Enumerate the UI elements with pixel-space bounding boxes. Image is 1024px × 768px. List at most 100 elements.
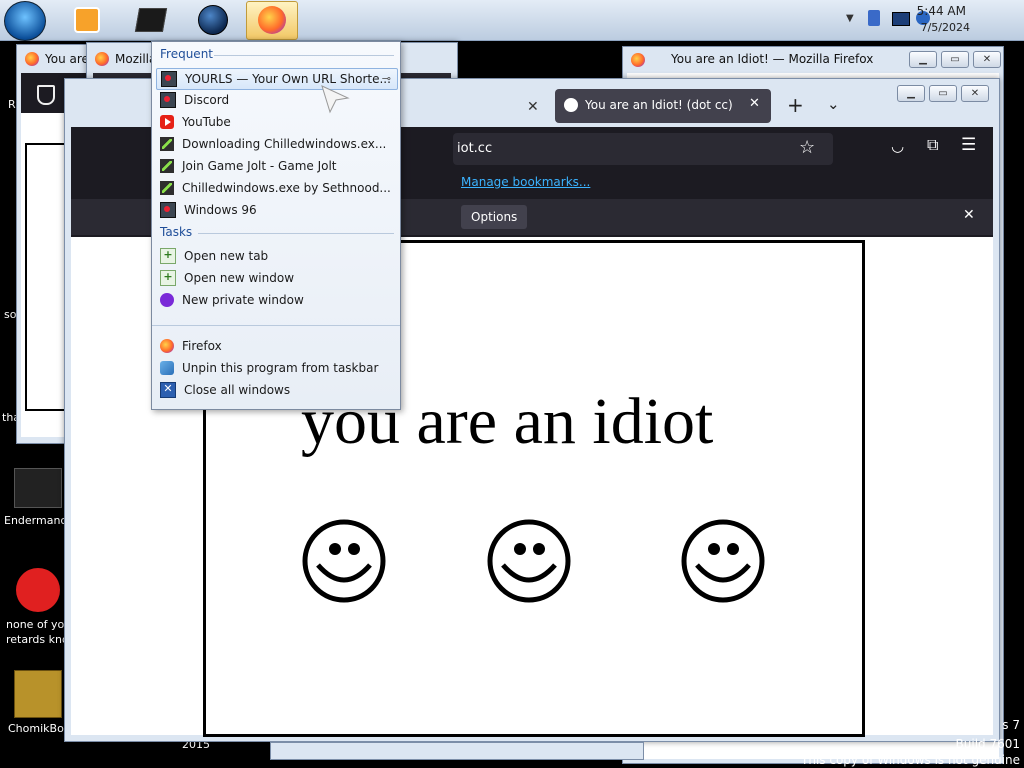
firefox-icon xyxy=(25,52,39,66)
jump-item-label: Open new tab xyxy=(184,249,269,263)
jump-item-label: Unpin this program from taskbar xyxy=(182,361,379,375)
pin-icon[interactable]: ⊸ xyxy=(382,72,391,85)
tab-close-icon[interactable]: ✕ xyxy=(749,96,760,111)
url-text: iot.cc xyxy=(457,141,493,156)
shield-icon[interactable] xyxy=(37,85,55,105)
jump-item-discord[interactable]: Discord xyxy=(156,90,396,110)
close-button[interactable]: ✕ xyxy=(961,85,989,102)
tab-list-chevron-down-icon[interactable]: ⌄ xyxy=(827,95,840,113)
jump-item-label: Open new window xyxy=(184,271,295,285)
window-title: You are an Idiot! — Mozilla Firefox xyxy=(671,52,874,66)
game-app-icon[interactable] xyxy=(132,2,170,38)
chomik-desktop-icon[interactable] xyxy=(14,670,62,718)
jump-task-new-private-window[interactable]: New private window xyxy=(156,290,396,310)
red-app-desktop-icon[interactable] xyxy=(16,568,60,612)
jump-item-label: YouTube xyxy=(182,115,231,129)
maximize-button[interactable]: ▭ xyxy=(941,51,969,68)
watermark-line-3: This copy of Windows is not genuine xyxy=(801,753,1020,767)
minimize-button[interactable]: ▁ xyxy=(897,85,925,102)
desktop-label-r: R xyxy=(8,98,16,111)
clock-time[interactable]: 5:44 AM xyxy=(917,4,966,18)
jump-item-label: Close all windows xyxy=(184,383,291,397)
jump-item-youtube[interactable]: YouTube xyxy=(156,112,396,132)
new-tab-icon: + xyxy=(160,248,176,264)
jump-item-label: Discord xyxy=(184,93,230,107)
url-bar[interactable]: iot.cc ☆ xyxy=(453,133,833,165)
smiley-face-icon xyxy=(681,519,765,603)
tab-active[interactable]: You are an Idiot! (dot cc) ✕ xyxy=(555,89,771,123)
close-button[interactable]: ✕ xyxy=(973,51,1001,68)
window-title: You are xyxy=(45,52,89,66)
desktop-label-none-line1: none of yo xyxy=(6,618,65,631)
firefox-icon xyxy=(258,6,286,34)
enderman-desktop-icon[interactable] xyxy=(14,468,62,508)
firefox-icon xyxy=(95,52,109,66)
smiley-face-icon xyxy=(302,519,386,603)
jump-item-label: YOURLS — Your Own URL Shorte... xyxy=(185,72,391,86)
firefox-icon xyxy=(631,53,645,67)
firefox-taskbar-button[interactable] xyxy=(246,1,298,40)
watermark-line-1: s 7 xyxy=(1002,718,1020,732)
clock-date[interactable]: 7/5/2024 xyxy=(921,21,970,34)
bookmark-star-icon[interactable]: ☆ xyxy=(799,137,815,158)
jolt-icon xyxy=(160,181,174,195)
tab-close-icon[interactable]: ✕ xyxy=(527,99,539,115)
manage-bookmarks-link[interactable]: Manage bookmarks... xyxy=(461,175,590,189)
new-window-icon: + xyxy=(160,270,176,286)
extensions-icon[interactable]: ⧉ xyxy=(927,135,938,155)
menu-icon[interactable]: ☰ xyxy=(961,135,976,155)
jump-item-join-game-jolt[interactable]: Join Game Jolt - Game Jolt xyxy=(156,156,396,176)
divider xyxy=(152,325,400,326)
game-icon xyxy=(161,71,177,87)
jump-firefox[interactable]: Firefox xyxy=(156,336,396,356)
jump-item-label: Join Game Jolt - Game Jolt xyxy=(182,159,337,173)
divider xyxy=(214,55,394,56)
private-window-icon xyxy=(160,293,174,307)
jolt-icon xyxy=(160,159,174,173)
maximize-button[interactable]: ▭ xyxy=(929,85,957,102)
jump-unpin-program[interactable]: Unpin this program from taskbar xyxy=(156,358,396,378)
tray-expand-icon[interactable]: ▼ xyxy=(846,13,854,24)
media-player-icon[interactable] xyxy=(68,2,106,38)
mouse-cursor-icon xyxy=(321,85,350,114)
unpin-icon xyxy=(160,361,174,375)
firefox-jump-list: Frequent YOURLS — Your Own URL Shorte...… xyxy=(151,41,401,410)
jump-item-downloading[interactable]: Downloading Chilledwindows.ex... xyxy=(156,134,396,154)
minimize-button[interactable]: ▁ xyxy=(909,51,937,68)
tray-app-icon[interactable] xyxy=(868,10,880,26)
smiley-favicon-icon xyxy=(564,98,578,112)
jolt-icon xyxy=(160,137,174,151)
jump-close-all-windows[interactable]: ✕ Close all windows xyxy=(156,380,396,400)
options-button[interactable]: Options xyxy=(461,205,528,229)
jump-item-chilledwindows[interactable]: Chilledwindows.exe by Sethnood... xyxy=(156,178,396,198)
jump-item-label: Windows 96 xyxy=(184,203,257,217)
desktop-label-so: so xyxy=(4,308,17,321)
jump-item-label: Chilledwindows.exe by Sethnood... xyxy=(182,181,391,195)
tasks-header: Tasks xyxy=(160,225,193,239)
frequent-header: Frequent xyxy=(160,47,213,61)
jump-task-open-new-window[interactable]: + Open new window xyxy=(156,268,396,288)
pocket-icon[interactable]: ◡ xyxy=(891,137,904,155)
globe-browser-icon[interactable] xyxy=(194,2,232,38)
desktop-label-enderman[interactable]: Endermanc xyxy=(4,514,66,528)
jump-item-label: New private window xyxy=(182,293,304,307)
network-icon[interactable] xyxy=(892,12,910,26)
new-tab-icon[interactable]: + xyxy=(787,93,804,117)
taskbar: ▼ 5:44 AM 7/5/2024 xyxy=(0,0,1024,41)
windows-start-orb-icon[interactable] xyxy=(4,1,46,41)
youtube-icon xyxy=(160,115,174,129)
jump-item-label: Firefox xyxy=(182,339,222,353)
game-icon xyxy=(160,92,176,108)
watermark-line-2: Build 7601 xyxy=(955,737,1020,751)
jump-item-yourls[interactable]: YOURLS — Your Own URL Shorte... ⊸ xyxy=(156,68,398,90)
notification-close-icon[interactable]: ✕ xyxy=(963,207,975,223)
background-window-edge xyxy=(270,742,644,760)
close-windows-icon: ✕ xyxy=(160,382,176,398)
jump-task-open-new-tab[interactable]: + Open new tab xyxy=(156,246,396,266)
desktop-label-chomik[interactable]: ChomikBo xyxy=(8,722,64,736)
game-icon xyxy=(160,202,176,218)
jump-item-windows-96[interactable]: Windows 96 xyxy=(156,200,396,220)
firefox-icon xyxy=(160,339,174,353)
smiley-face-icon xyxy=(487,519,571,603)
tab-title: You are an Idiot! (dot cc) xyxy=(585,98,733,112)
